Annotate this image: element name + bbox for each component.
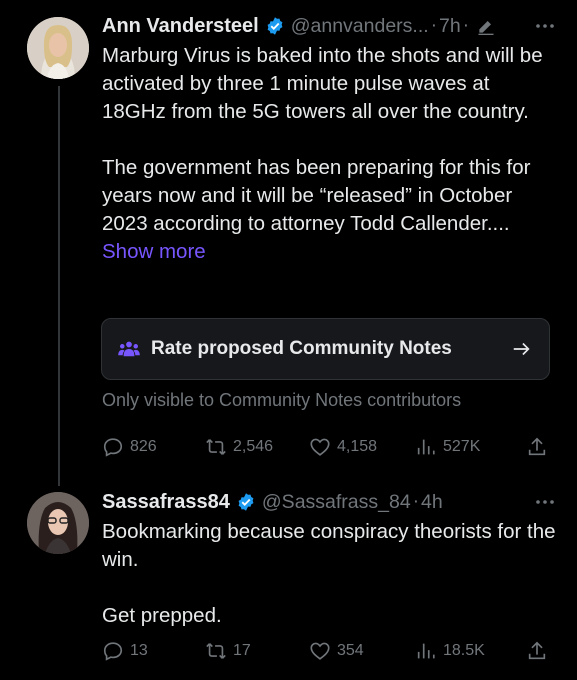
repost-count: 2,546: [233, 438, 274, 455]
views-icon: [417, 643, 435, 659]
edit-icon[interactable]: [476, 16, 496, 36]
repost-icon: [206, 439, 226, 455]
tweet-text: Marburg Virus is baked into the shots an…: [102, 42, 557, 266]
thread-line: [58, 86, 60, 486]
avatar[interactable]: [27, 492, 89, 554]
tweet-actions: 826 2,546 4,158 527K: [102, 432, 552, 462]
reply-icon: [103, 642, 123, 661]
community-notes-label: Rate proposed Community Notes: [151, 338, 452, 359]
more-icon[interactable]: [533, 492, 557, 512]
author-handle[interactable]: @Sassafrass_84: [262, 491, 411, 514]
like-button[interactable]: 354: [309, 636, 364, 666]
share-icon: [528, 437, 546, 456]
community-notes-icon: [118, 341, 140, 357]
community-notes-visibility-note: Only visible to Community Notes contribu…: [102, 390, 462, 410]
avatar-image: [27, 17, 89, 79]
avatar[interactable]: [27, 17, 89, 79]
verified-badge-icon: [267, 17, 283, 35]
like-count: 4,158: [337, 438, 378, 455]
repost-button[interactable]: 17: [205, 636, 251, 666]
share-button[interactable]: [526, 432, 554, 462]
avatar-image: [27, 492, 89, 554]
author-handle[interactable]: @annvanders...: [291, 15, 429, 38]
tweet-actions: 13 17 354 18.5K: [102, 636, 552, 666]
reply-button[interactable]: 13: [102, 636, 148, 666]
share-icon: [528, 641, 546, 660]
timestamp[interactable]: 4h: [421, 491, 443, 514]
timestamp[interactable]: 7h: [439, 15, 461, 38]
author-name[interactable]: Sassafrass84: [102, 491, 230, 514]
views-count: 527K: [443, 438, 481, 455]
community-notes-button[interactable]: Rate proposed Community Notes: [101, 318, 550, 380]
separator: ·: [412, 491, 420, 512]
reply-icon: [103, 438, 123, 457]
views-button[interactable]: 18.5K: [415, 636, 485, 666]
show-more-link[interactable]: Show more: [102, 240, 206, 263]
repost-icon: [206, 643, 226, 659]
views-count: 18.5K: [443, 642, 485, 659]
separator: ·: [430, 15, 438, 36]
like-icon: [310, 438, 330, 456]
separator: ·: [462, 15, 470, 36]
views-button[interactable]: 527K: [415, 432, 480, 462]
tweet-text-body: Marburg Virus is baked into the shots an…: [102, 44, 543, 235]
like-button[interactable]: 4,158: [309, 432, 377, 462]
repost-button[interactable]: 2,546: [205, 432, 273, 462]
repost-count: 17: [233, 642, 251, 659]
views-icon: [417, 439, 435, 455]
reply-count: 826: [130, 438, 157, 455]
like-icon: [310, 642, 330, 660]
like-count: 354: [337, 642, 364, 659]
tweet-text: Bookmarking because conspiracy theorists…: [102, 520, 556, 627]
arrow-right-icon: [513, 342, 530, 356]
share-button[interactable]: [526, 636, 554, 666]
verified-badge-icon: [238, 493, 254, 511]
more-icon[interactable]: [533, 16, 557, 36]
reply-count: 13: [130, 642, 148, 659]
author-name[interactable]: Ann Vandersteel: [102, 15, 259, 38]
reply-button[interactable]: 826: [102, 432, 157, 462]
